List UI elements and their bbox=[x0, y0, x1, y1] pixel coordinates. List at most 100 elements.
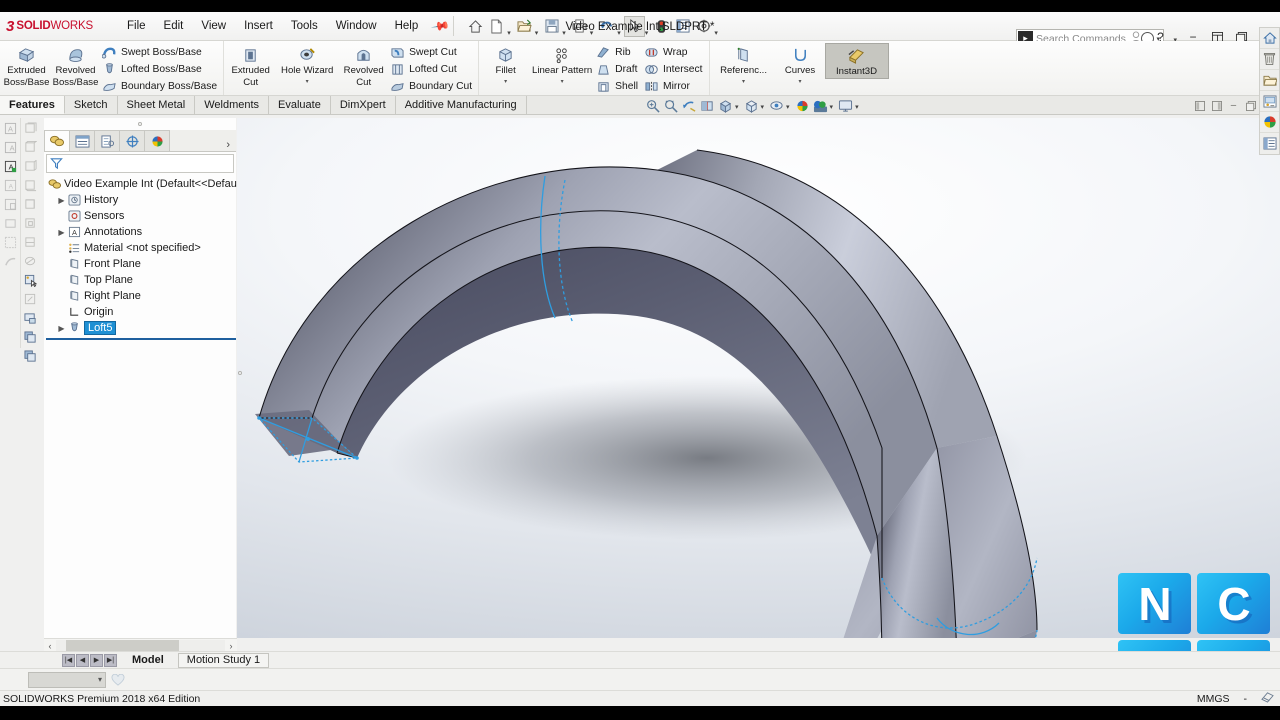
swept-cut-button[interactable]: Swept Cut bbox=[388, 44, 476, 61]
tab-sheet-metal[interactable]: Sheet Metal bbox=[117, 96, 196, 114]
display-monitor-icon[interactable] bbox=[22, 309, 40, 327]
tab-display-manager[interactable] bbox=[144, 130, 170, 151]
annotation-block-icon[interactable] bbox=[1, 195, 19, 213]
view-normal-to-icon[interactable] bbox=[22, 252, 40, 270]
boundary-boss-base-button[interactable]: Boundary Boss/Base bbox=[100, 78, 221, 95]
tile-left-button[interactable] bbox=[1191, 97, 1208, 114]
view-front-icon[interactable] bbox=[22, 138, 40, 156]
view-orientation-button[interactable] bbox=[717, 97, 734, 114]
edit-sketch-icon[interactable] bbox=[22, 290, 40, 308]
hide-show-caret-icon[interactable]: ▾ bbox=[786, 103, 790, 115]
doc-minimize-button[interactable]: − bbox=[1225, 97, 1242, 114]
tree-item-front-plane[interactable]: Front Plane bbox=[46, 256, 236, 272]
curves-caret-icon[interactable]: ▾ bbox=[799, 78, 802, 85]
save-button[interactable] bbox=[541, 16, 562, 37]
tree-item-origin[interactable]: Origin bbox=[46, 304, 236, 320]
annotation-center-mark-icon[interactable] bbox=[1, 233, 19, 251]
view-bottom-icon[interactable] bbox=[22, 233, 40, 251]
model-viewport[interactable] bbox=[237, 118, 1280, 638]
new-document-button[interactable] bbox=[486, 16, 507, 37]
last-tab-button[interactable]: ▶| bbox=[104, 653, 117, 667]
curves-button[interactable]: Curves ▾ bbox=[776, 43, 825, 85]
file-explorer-button[interactable] bbox=[1260, 70, 1279, 91]
tree-item-right-plane[interactable]: Right Plane bbox=[46, 288, 236, 304]
tab-configuration-manager[interactable] bbox=[94, 130, 120, 151]
extruded-boss-base-button[interactable]: Extruded Boss/Base bbox=[2, 43, 51, 88]
view-orientation-caret-icon[interactable]: ▾ bbox=[735, 103, 739, 115]
view-top-icon[interactable] bbox=[22, 214, 40, 232]
graphics-area[interactable]: Y X Z bbox=[237, 118, 1280, 720]
tree-item-history[interactable]: ▶ History bbox=[46, 192, 236, 208]
swept-boss-base-button[interactable]: Swept Boss/Base bbox=[100, 44, 221, 61]
edit-units-icon[interactable] bbox=[1261, 691, 1274, 706]
lofted-boss-base-button[interactable]: Lofted Boss/Base bbox=[100, 61, 221, 78]
hidden-lines-icon[interactable] bbox=[22, 328, 40, 346]
linear-pattern-button[interactable]: Linear Pattern ▾ bbox=[530, 43, 594, 85]
reference-geometry-caret-icon[interactable]: ▾ bbox=[742, 78, 745, 85]
fillet-caret-icon[interactable]: ▾ bbox=[504, 78, 507, 85]
menu-window[interactable]: Window bbox=[327, 17, 386, 35]
tab-dimxpert[interactable]: DimXpert bbox=[330, 96, 396, 114]
design-library-home-button[interactable] bbox=[1260, 28, 1279, 49]
rebuild-button[interactable] bbox=[651, 16, 672, 37]
feature-tree-filter[interactable] bbox=[46, 154, 234, 173]
save-caret-icon[interactable]: ▾ bbox=[562, 29, 566, 41]
previous-view-button[interactable] bbox=[681, 97, 698, 114]
linear-pattern-caret-icon[interactable]: ▾ bbox=[561, 78, 564, 85]
tab-additive-manufacturing[interactable]: Additive Manufacturing bbox=[395, 96, 527, 114]
first-tab-button[interactable]: |◀ bbox=[62, 653, 75, 667]
hole-wizard-caret-icon[interactable]: ▾ bbox=[306, 78, 309, 85]
pin-icon[interactable]: 📌 bbox=[431, 16, 451, 36]
chevron-left-icon[interactable]: ‹ bbox=[44, 641, 56, 651]
tile-right-button[interactable] bbox=[1208, 97, 1225, 114]
rib-button[interactable]: Rib bbox=[594, 44, 642, 61]
scroll-trough[interactable] bbox=[56, 640, 225, 651]
select-caret-icon[interactable]: ▾ bbox=[645, 29, 649, 41]
options-caret-icon[interactable]: ▾ bbox=[714, 29, 718, 41]
annotation-surface-finish-icon[interactable]: A bbox=[1, 157, 19, 175]
chevron-right-icon[interactable]: › bbox=[226, 139, 236, 151]
expand-history-icon[interactable]: ▶ bbox=[56, 196, 67, 205]
tab-sketch[interactable]: Sketch bbox=[64, 96, 118, 114]
tab-features[interactable]: Features bbox=[0, 96, 65, 114]
zoom-to-area-button[interactable] bbox=[663, 97, 680, 114]
chevron-right-icon[interactable]: › bbox=[225, 641, 237, 651]
revolved-cut-button[interactable]: Revolved Cut bbox=[339, 43, 388, 88]
tree-item-material[interactable]: Material <not specified> bbox=[46, 240, 236, 256]
lofted-cut-button[interactable]: Lofted Cut bbox=[388, 61, 476, 78]
favorite-heart-icon[interactable] bbox=[109, 672, 127, 688]
view-settings-button[interactable] bbox=[837, 97, 854, 114]
home-button[interactable] bbox=[465, 16, 486, 37]
menu-tools[interactable]: Tools bbox=[282, 17, 327, 35]
select-filter-icon[interactable] bbox=[22, 271, 40, 289]
open-document-button[interactable] bbox=[514, 16, 535, 37]
print-button[interactable] bbox=[569, 16, 590, 37]
display-style-button[interactable] bbox=[743, 97, 760, 114]
study-tab-motion-study-1[interactable]: Motion Study 1 bbox=[177, 652, 270, 668]
doc-restore-button[interactable] bbox=[1242, 97, 1259, 114]
mirror-button[interactable]: Mirror bbox=[642, 78, 707, 95]
design-library-button[interactable] bbox=[1260, 49, 1279, 70]
boundary-cut-button[interactable]: Boundary Cut bbox=[388, 78, 476, 95]
fillet-button[interactable]: Fillet ▾ bbox=[481, 43, 530, 85]
tab-dimxpert-manager[interactable] bbox=[119, 130, 145, 151]
view-left-icon[interactable] bbox=[22, 176, 40, 194]
tree-item-top-plane[interactable]: Top Plane bbox=[46, 272, 236, 288]
expand-loft5-icon[interactable]: ▶ bbox=[56, 324, 67, 333]
wrap-button[interactable]: Wrap bbox=[642, 44, 707, 61]
new-document-caret-icon[interactable]: ▾ bbox=[507, 29, 511, 41]
reference-geometry-button[interactable]: Referenc... ▾ bbox=[712, 43, 776, 85]
previous-tab-button[interactable]: ◀ bbox=[76, 653, 89, 667]
tree-item-part[interactable]: Video Example Int (Default<<Default> bbox=[46, 176, 249, 192]
configuration-dropdown[interactable]: ▾ bbox=[28, 671, 106, 688]
tree-item-annotations[interactable]: ▶ A Annotations bbox=[46, 224, 236, 240]
custom-properties-button[interactable] bbox=[1260, 133, 1279, 154]
tab-property-manager[interactable] bbox=[69, 130, 95, 151]
options-button[interactable] bbox=[693, 16, 714, 37]
expand-annotations-icon[interactable]: ▶ bbox=[56, 228, 67, 237]
annotation-datum-icon[interactable]: A bbox=[1, 176, 19, 194]
menu-edit[interactable]: Edit bbox=[155, 17, 193, 35]
menu-insert[interactable]: Insert bbox=[235, 17, 282, 35]
hide-show-items-button[interactable] bbox=[768, 97, 785, 114]
annotation-note-icon[interactable]: A bbox=[1, 119, 19, 137]
